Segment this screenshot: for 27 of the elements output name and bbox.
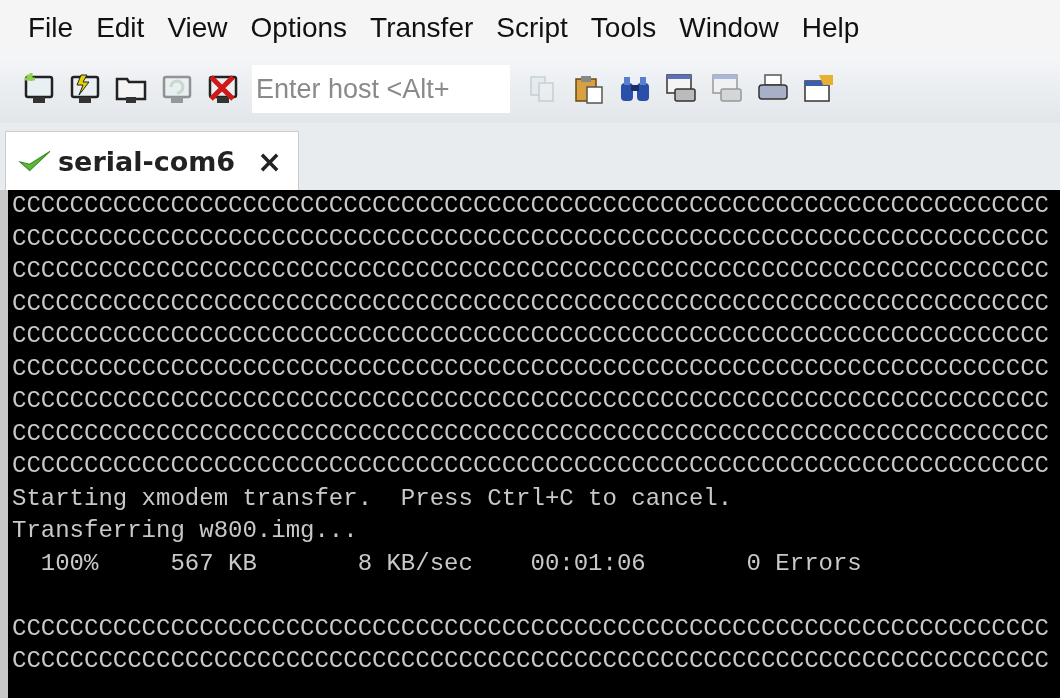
menu-item[interactable]: Edit	[96, 11, 145, 44]
menu-item[interactable]: Help	[801, 11, 860, 44]
host-field[interactable]: Enter host <Alt+	[252, 65, 510, 113]
terminal-line: Transferring w800.img...	[12, 517, 358, 544]
terminal-line: CCCCCCCCCCCCCCCCCCCCCCCCCCCCCCCCCCCCCCCCCCCCCCCCCCCCCCCCCCCCCCCCCCCCCCCC	[12, 354, 1049, 382]
terminal-line: Starting xmodem transfer. Press Ctrl+C to cancel.	[12, 484, 733, 512]
terminal-line: CCCCCCCCCCCCCCCCCCCCCCCCCCCCCCCCCCCCCCCCCCCCCCCCCCCCCCCCCCCCCCCCCCCCCCCC	[12, 192, 1049, 219]
terminal-line: CCCCCCCCCCCCCCCCCCCCCCCCCCCCCCCCCCCCCCCCCCCCCCCCCCCCCCCCCCCCCCCCCCCCCCCC	[12, 452, 1049, 479]
tab-label: serial-com6	[58, 145, 236, 177]
menu-item[interactable]: Window	[679, 11, 779, 44]
terminal-line: CCCCCCCCCCCCCCCCCCCCCCCCCCCCCCCCCCCCCCCCCCCCCCCCCCCCCCCCCCCCCCCCCCCCCCCC	[12, 289, 1049, 317]
terminal-line: CCCCCCCCCCCCCCCCCCCCCCCCCCCCCCCCCCCCCCCCCCCCCCCCCCCCCCCCCCCCCCCCCCCCCCCC	[12, 257, 1049, 284]
terminal-line: 100% 567 KB 8 KB/sec 00:01:06 0 Errors	[39, 549, 862, 577]
terminal-line: CCCCCCCCCCCCCCCCCCCCCCCCCCCCCCCCCCCCCCCCCCCCCCCCCCCCCCCCCCCCCCCCCCCCCCCC	[12, 224, 1049, 252]
menu-item[interactable]: Tools	[590, 11, 657, 44]
close-icon[interactable]: ×	[257, 143, 283, 179]
terminal-line: CCCCCCCCCCCCCCCCCCCCCCCCCCCCCCCCCCCCCCCCCCCCCCCCCCCCCCCCCCCCCCCCCCCCCCCC	[12, 647, 1049, 674]
menu-item[interactable]: Options	[250, 11, 348, 44]
menu-item[interactable]: Script	[496, 11, 568, 44]
menu-item[interactable]: File	[28, 11, 74, 44]
menu-item[interactable]: View	[167, 11, 228, 44]
terminal-line: CCCCCCCCCCCCCCCCCCCCCCCCCCCCCCCCCCCCCCCCCCCCCCCCCCCCCCCCCCCCCCCCCCCCCCCC	[12, 322, 1049, 349]
menu-item[interactable]: Transfer	[370, 11, 474, 44]
terminal-line: CCCCCCCCCCCCCCCCCCCCCCCCCCCCCCCCCCCCCCCCCCCCCCCCCCCCCCCCCCCCCCCCCCCCCCCC	[12, 614, 1049, 642]
terminal-line: CCCCCCCCCCCCCCCCCCCCCCCCCCCCCCCCCCCCCCCCCCCCCCCCCCCCCCCCCCCCCCCCCCCCCCCC	[12, 387, 1049, 414]
session-tab[interactable]: serial-com6 ×	[5, 131, 300, 190]
terminal-line: CCCCCCCCCCCCCCCCCCCCCCCCCCCCCCCCCCCCCCCCCCCCCCCCCCCCCCCCCCCCCCCCCCCCCCCC	[12, 419, 1049, 447]
